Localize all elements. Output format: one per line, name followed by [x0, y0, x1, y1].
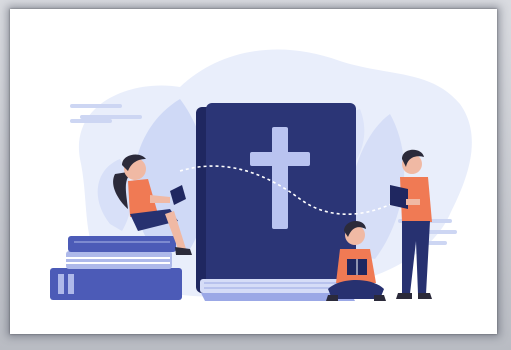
screenshot-frame: [0, 0, 511, 350]
bible-reading-illustration: [50, 49, 472, 301]
illustration-card: [10, 9, 497, 334]
book-stack: [50, 236, 182, 300]
